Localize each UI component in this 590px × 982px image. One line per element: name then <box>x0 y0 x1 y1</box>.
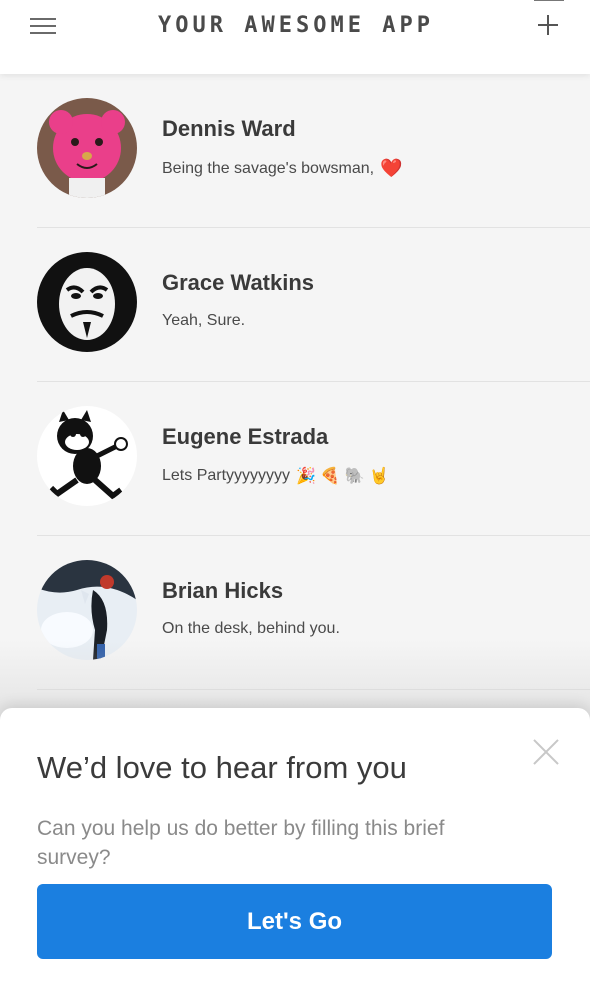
anonymous-mask-avatar <box>37 252 137 352</box>
pink-bear-avatar <box>37 98 137 198</box>
chat-list: Dennis Ward Being the savage's bowsman, … <box>0 74 590 690</box>
heart-icon: ❤️ <box>380 158 403 178</box>
app-header: YOUR AWESOME APP <box>0 0 590 74</box>
app-title: YOUR AWESOME APP <box>158 12 434 38</box>
contact-name: Grace Watkins <box>162 270 315 295</box>
survey-title: We’d love to hear from you <box>37 750 407 785</box>
chat-list-item[interactable]: Eugene Estrada Lets Partyyyyyyyy 🎉 🍕 🐘 🤘 <box>0 382 590 536</box>
chat-list-item[interactable]: Dennis Ward Being the savage's bowsman, … <box>0 74 590 228</box>
last-message: Yeah, Sure. <box>162 312 245 330</box>
contact-name: Brian Hicks <box>162 578 284 603</box>
survey-sheet: We’d love to hear from you Can you help … <box>0 708 590 982</box>
message-text: Lets Partyyyyyyyy <box>162 467 291 484</box>
message-text: Yeah, Sure. <box>162 312 246 329</box>
plus-icon[interactable] <box>530 0 566 43</box>
close-icon[interactable] <box>532 738 560 766</box>
contact-name: Eugene Estrada <box>162 424 329 449</box>
party-emoji-icons: 🎉 🍕 🐘 🤘 <box>296 468 390 485</box>
lets-go-button[interactable]: Let's Go <box>37 884 552 959</box>
message-text: Being the savage's bowsman, <box>162 159 375 177</box>
hamburger-menu-icon[interactable] <box>26 7 62 43</box>
last-message: Being the savage's bowsman, ❤️ <box>162 158 403 179</box>
contact-name: Dennis Ward <box>162 116 296 141</box>
message-text: On the desk, behind you. <box>162 620 340 637</box>
last-message: On the desk, behind you. <box>162 620 340 638</box>
last-message: Lets Partyyyyyyyy 🎉 🍕 🐘 🤘 <box>162 466 389 486</box>
cartoon-cat-avatar <box>37 406 137 506</box>
chat-list-item[interactable]: Grace Watkins Yeah, Sure. <box>0 228 590 382</box>
survey-description: Can you help us do better by filling thi… <box>37 817 445 869</box>
